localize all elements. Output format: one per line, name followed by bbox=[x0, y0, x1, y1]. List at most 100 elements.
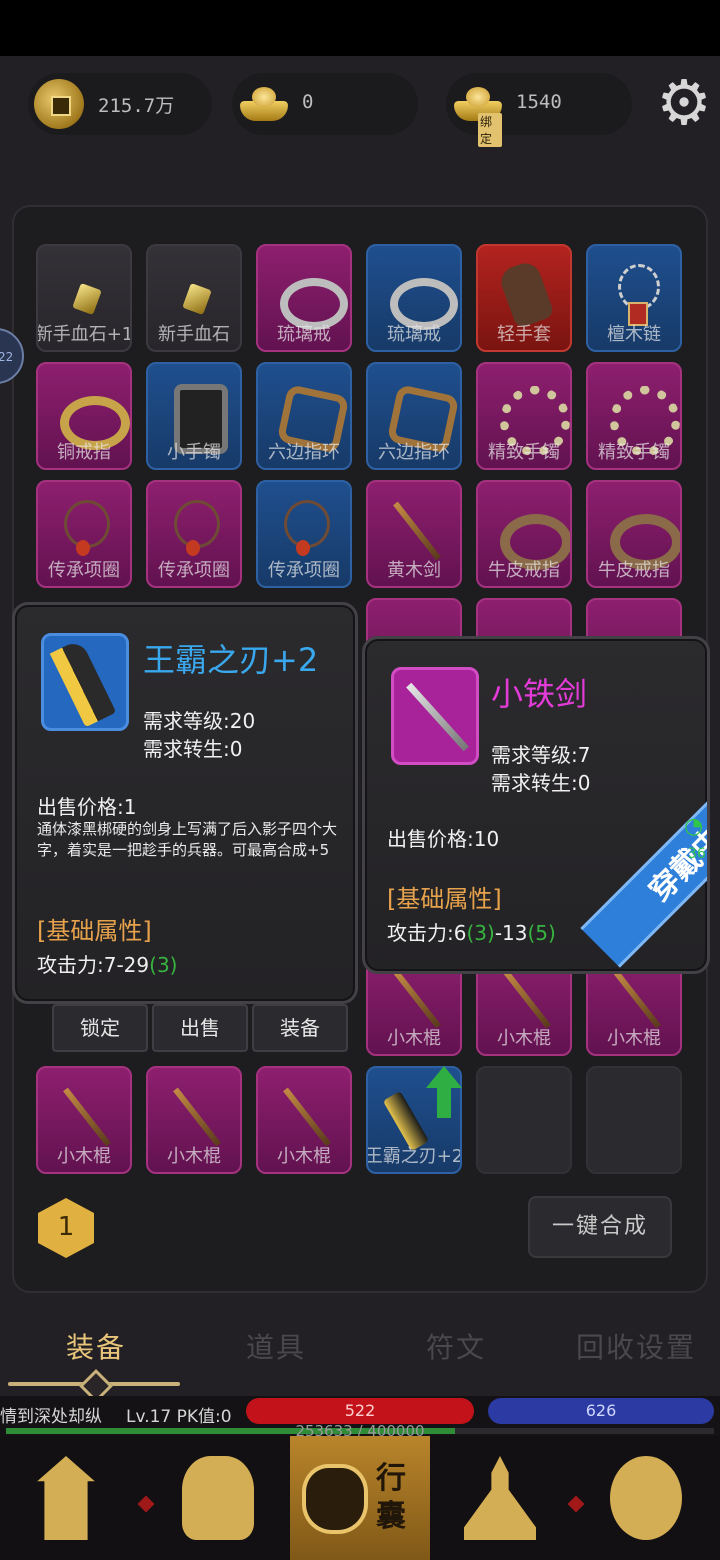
iron-sword-icon bbox=[391, 667, 479, 765]
inventory-slot[interactable]: 精致手镯 bbox=[476, 362, 572, 470]
saber-icon bbox=[41, 633, 129, 731]
page-number: 1 bbox=[57, 1212, 75, 1242]
wood-stick-icon bbox=[606, 968, 666, 1028]
blood-stone-icon bbox=[166, 264, 226, 324]
wifi-number: 36 bbox=[688, 846, 706, 862]
inventory-slot[interactable]: 传承项圈 bbox=[146, 480, 242, 588]
inventory-slot[interactable]: 传承项圈 bbox=[256, 480, 352, 588]
ring-icon bbox=[386, 264, 458, 330]
quest-text[interactable]: 情到深处却纵 bbox=[0, 1402, 102, 1427]
bound-gold-ingot-icon: 绑定 bbox=[452, 79, 502, 147]
sell-button[interactable]: 出售 bbox=[152, 1004, 248, 1052]
nav-bag[interactable]: 行囊 bbox=[290, 1436, 430, 1560]
inventory-slot[interactable]: 牛皮戒指 bbox=[476, 480, 572, 588]
necklace-icon bbox=[166, 500, 226, 560]
slot-label: 传承项圈 bbox=[158, 560, 230, 581]
equipped-ribbon: 穿戴中 bbox=[580, 758, 707, 968]
slot-label: 王霸之刃+2 bbox=[366, 1146, 462, 1167]
nav-meditate[interactable] bbox=[440, 1444, 560, 1556]
upgrade-arrow-icon bbox=[426, 1066, 462, 1120]
inventory-slot[interactable]: 传承项圈 bbox=[36, 480, 132, 588]
hex-ring-icon bbox=[276, 382, 336, 442]
inventory-slot[interactable]: 小木棍 bbox=[36, 1066, 132, 1174]
gold-ingot-icon bbox=[238, 79, 288, 129]
lock-button[interactable]: 锁定 bbox=[52, 1004, 148, 1052]
selected-attr-header: [基础属性] bbox=[37, 917, 152, 945]
equipped-attack: 攻击力:6(3)-13(5) bbox=[387, 917, 556, 946]
inventory-slot[interactable]: 六边指环 bbox=[366, 362, 462, 470]
selected-price: 出售价格:1 bbox=[37, 795, 137, 819]
merge-all-button[interactable]: 一键合成 bbox=[528, 1196, 672, 1258]
mp-bar: 626 bbox=[488, 1398, 714, 1424]
equipped-price: 出售价格:10 bbox=[387, 827, 500, 851]
selected-attack: 攻击力:7-29(3) bbox=[37, 949, 177, 978]
inventory-slot[interactable]: 小手镯 bbox=[146, 362, 242, 470]
nav-bag-label: 行囊 bbox=[376, 1461, 406, 1534]
inventory-slot[interactable]: 精致手镯 bbox=[586, 362, 682, 470]
wood-stick-icon bbox=[386, 968, 446, 1028]
ring-icon bbox=[276, 264, 348, 330]
slot-label: 牛皮戒指 bbox=[488, 560, 560, 581]
slot-label: 铜戒指 bbox=[57, 442, 111, 463]
inventory-slot[interactable]: 牛皮戒指 bbox=[586, 480, 682, 588]
slot-label: 新手血石+1 bbox=[36, 324, 132, 345]
helmet-icon bbox=[182, 1456, 254, 1540]
wood-stick-icon bbox=[276, 1086, 336, 1146]
gear-icon[interactable]: ⚙ bbox=[656, 72, 712, 136]
inventory-slot[interactable]: 黄木剑 bbox=[366, 480, 462, 588]
inventory-slot[interactable]: 琉璃戒 bbox=[256, 244, 352, 352]
inventory-slot[interactable]: 小木棍 bbox=[146, 1066, 242, 1174]
inventory-slot[interactable]: 小木棍 bbox=[256, 1066, 352, 1174]
inventory-slot[interactable]: 新手血石 bbox=[146, 244, 242, 352]
palace-icon bbox=[37, 1456, 95, 1540]
equipped-item-title: 小铁剑 bbox=[491, 675, 588, 713]
leather-ring-icon bbox=[606, 500, 680, 570]
slot-label: 檀木链 bbox=[607, 324, 661, 345]
inventory-slot[interactable]: 轻手套 bbox=[476, 244, 572, 352]
gold-ring-icon bbox=[56, 382, 130, 450]
blood-stone-icon bbox=[56, 264, 116, 324]
active-tab-indicator bbox=[8, 1376, 180, 1394]
copper-currency: 215.7万 bbox=[28, 73, 212, 135]
slot-label: 琉璃戒 bbox=[277, 324, 331, 345]
inventory-slot[interactable]: 琉璃戒 bbox=[366, 244, 462, 352]
nav-helmet[interactable] bbox=[158, 1444, 278, 1556]
selected-item-tooltip: 王霸之刃+2 需求等级:20 需求转生:0 出售价格:1 通体漆黑梆硬的剑身上写… bbox=[12, 602, 358, 1004]
bag-icon bbox=[302, 1464, 368, 1534]
wood-sword-icon bbox=[386, 500, 446, 560]
slot-label: 传承项圈 bbox=[268, 560, 340, 581]
selected-req-level: 需求等级:20 bbox=[143, 709, 256, 733]
inventory-slot[interactable]: 铜戒指 bbox=[36, 362, 132, 470]
meditate-icon bbox=[464, 1456, 536, 1540]
wood-stick-icon bbox=[496, 968, 556, 1028]
equip-button[interactable]: 装备 bbox=[252, 1004, 348, 1052]
tab-items[interactable]: 道具 bbox=[246, 1326, 306, 1366]
tab-equipment[interactable]: 装备 bbox=[66, 1326, 126, 1366]
leather-ring-icon bbox=[496, 500, 570, 570]
tab-recycle-settings[interactable]: 回收设置 bbox=[576, 1326, 696, 1366]
wood-stick-icon bbox=[56, 1086, 116, 1146]
slot-label: 六边指环 bbox=[378, 442, 450, 463]
equipped-attack-min: 攻击力:6 bbox=[387, 921, 467, 945]
slot-label: 小木棍 bbox=[387, 1028, 441, 1049]
empty-slot[interactable] bbox=[586, 1066, 682, 1174]
inventory-slot[interactable]: 新手血石+1 bbox=[36, 244, 132, 352]
slot-label: 传承项圈 bbox=[48, 560, 120, 581]
empty-slot[interactable] bbox=[476, 1066, 572, 1174]
slot-label: 琉璃戒 bbox=[387, 324, 441, 345]
nav-palace[interactable] bbox=[6, 1444, 126, 1556]
necklace-icon bbox=[56, 500, 116, 560]
selected-description: 通体漆黑梆硬的剑身上写满了后入影子四个大字，着实是一把趁手的兵器。可最高合成+5 bbox=[37, 820, 338, 859]
selected-req-rebirth: 需求转生:0 bbox=[143, 737, 243, 761]
gold-value: 0 bbox=[302, 91, 314, 113]
selected-attack-range: 攻击力:7-29 bbox=[37, 953, 150, 977]
equipped-attr-header: [基础属性] bbox=[387, 885, 502, 913]
equipped-attack-max: -13 bbox=[494, 921, 528, 945]
inventory-slot[interactable]: 檀木链 bbox=[586, 244, 682, 352]
slot-label: 牛皮戒指 bbox=[598, 560, 670, 581]
slot-label: 精致手镯 bbox=[598, 442, 670, 463]
inventory-slot[interactable]: 六边指环 bbox=[256, 362, 352, 470]
nav-taiji[interactable] bbox=[586, 1444, 706, 1556]
tab-runes[interactable]: 符文 bbox=[426, 1326, 486, 1366]
slot-label: 六边指环 bbox=[268, 442, 340, 463]
